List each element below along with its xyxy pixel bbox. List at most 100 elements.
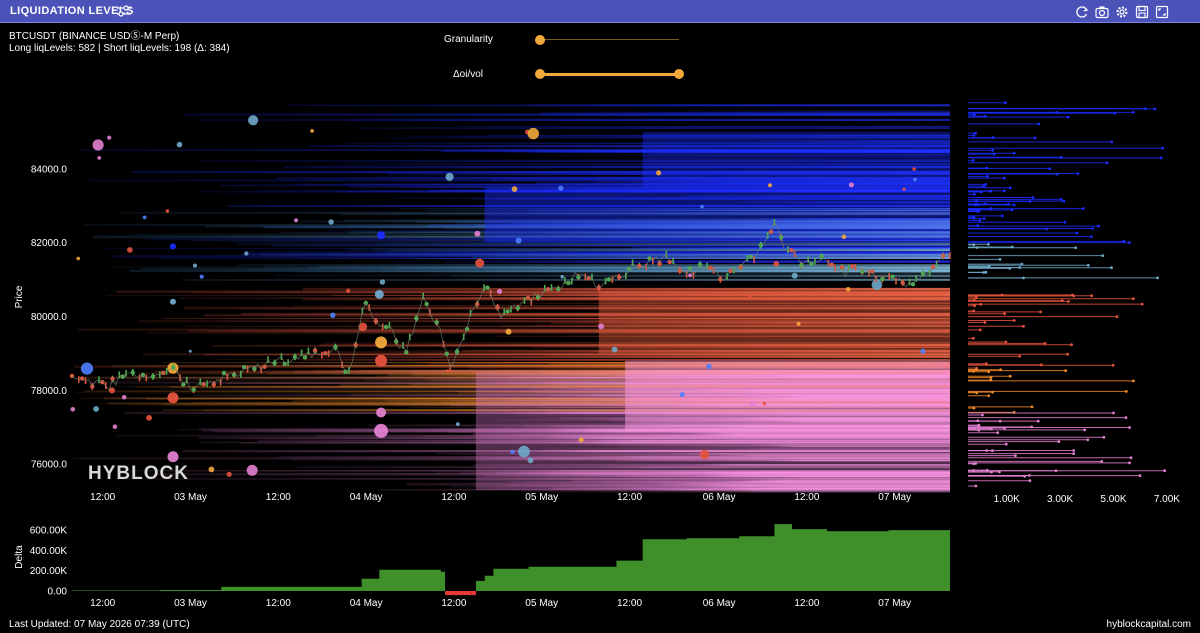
histogram-bar-tip <box>999 368 1002 372</box>
histogram-bar-tip <box>1156 276 1159 280</box>
liquidation-entry-dot <box>244 251 249 256</box>
histogram-bar-tip <box>1003 312 1006 316</box>
delta-negative-bar <box>471 591 476 596</box>
liquidation-entry-dot <box>246 464 258 476</box>
liquidation-entry-dot <box>598 323 605 330</box>
histogram-bar-tip <box>1074 246 1078 250</box>
large-liquidation-bubble <box>377 231 386 240</box>
price-tick-label: 78000.0 <box>31 386 68 397</box>
price-plot <box>69 104 951 493</box>
histogram-bar-tip <box>1110 140 1114 144</box>
liquidation-entry-dot <box>706 363 712 370</box>
watermark: HYBLOCK <box>88 463 189 484</box>
histogram-bar-tip <box>1018 266 1022 269</box>
histogram-bar-tip <box>1059 198 1063 201</box>
histogram-bar-tip <box>998 258 1002 261</box>
histogram-bar-tip <box>1083 428 1087 432</box>
price-tick-label: 82000.0 <box>31 238 68 249</box>
histogram-bar-tip <box>972 336 975 340</box>
histogram-bar-tip <box>1161 146 1164 150</box>
histogram-bar-tip <box>1002 189 1006 193</box>
histogram-bar-tip <box>1070 343 1073 347</box>
liquidation-level-line <box>687 110 950 112</box>
long-liquidation-cluster <box>625 360 950 431</box>
histogram-bar-tip <box>979 190 983 194</box>
liquidation-entry-dot <box>518 445 530 458</box>
liquidation-entry-dot <box>848 182 854 188</box>
histogram-bar-tip <box>984 202 987 206</box>
liquidation-entry-dot <box>92 139 104 151</box>
source-link[interactable]: hyblockcapital.com <box>1107 619 1191 630</box>
time-tick-label: 06 May <box>703 492 736 503</box>
delta-time-tick-label: 06 May <box>703 598 736 609</box>
liquidation-entry-dot <box>762 401 766 406</box>
price-tick-label: 76000.0 <box>31 460 68 471</box>
histogram-bar-tip <box>1132 379 1135 383</box>
liquidation-entry-dot <box>93 406 99 412</box>
time-tick-label: 03 May <box>174 492 207 503</box>
liquidation-entry-dot <box>527 127 539 140</box>
liquidation-level-line <box>412 258 950 259</box>
histogram-bar-tip <box>974 484 978 488</box>
liquidation-level-line <box>274 274 950 277</box>
time-tick-label: 12:00 <box>617 492 642 503</box>
delta-time-tick-label: 12:00 <box>266 598 291 609</box>
liquidation-entry-dot <box>70 407 76 412</box>
histogram-bar-tip <box>1138 474 1142 477</box>
liquidation-entry-dot <box>127 247 133 253</box>
liquidation-entry-dot <box>76 256 80 261</box>
histogram-bar-tip <box>1086 263 1090 267</box>
histogram-bar-tip <box>1144 107 1147 110</box>
liquidation-entry-dot <box>192 263 198 268</box>
histogram-bar-tip <box>1022 324 1025 328</box>
histogram-bar-tip <box>986 175 989 178</box>
delta-axis-label: Delta <box>14 545 25 569</box>
histogram-bar-tip <box>1012 151 1016 155</box>
liquidation-level-line <box>214 359 950 360</box>
liquidation-entry-dot <box>97 156 102 160</box>
liquidation-entry-dot <box>294 218 299 223</box>
delta-area <box>72 524 950 591</box>
delta-tick-label: 600.00K <box>30 526 68 537</box>
liquidation-entry-dot <box>226 471 232 477</box>
liquidation-entry-dot <box>505 328 512 335</box>
liquidation-entry-dot <box>699 449 710 460</box>
histogram-bar-tip <box>972 243 976 247</box>
histogram-bar-tip <box>1033 136 1037 140</box>
liquidation-entry-dot <box>578 437 584 443</box>
liquidation-chart[interactable]: 84000.0 82000.0 80000.0 78000.0 76000.0 Price… <box>0 0 1200 633</box>
histogram-bar-tip <box>981 413 984 417</box>
liquidation-entry-dot <box>700 204 704 209</box>
liquidation-level-line <box>301 356 950 359</box>
large-liquidation-bubble <box>169 243 176 250</box>
liquidation-level-line <box>302 287 950 291</box>
delta-time-tick-label: 12:00 <box>617 598 642 609</box>
large-liquidation-bubble <box>375 354 388 367</box>
histogram-bar-tip <box>1001 214 1004 218</box>
liquidation-entry-dot <box>208 466 215 473</box>
liquidation-entry-dot <box>747 293 752 298</box>
histogram-bar-tip <box>972 216 976 220</box>
liquidation-level-line <box>485 269 950 272</box>
histogram-bar-tip <box>1124 416 1128 419</box>
liquidation-entry-dot <box>146 414 153 421</box>
liquidation-entry-dot <box>679 392 685 398</box>
histogram-bar-tip <box>974 131 977 135</box>
histogram-bar-tip <box>1132 297 1135 301</box>
liquidation-entry-dot <box>176 141 183 148</box>
price-tick-label: 84000.0 <box>31 164 68 175</box>
liquidation-entry-dot <box>346 288 351 293</box>
histogram-bar-tip <box>1090 235 1093 239</box>
histogram-bar-tip <box>1102 435 1106 439</box>
histogram-bar-tip <box>1075 231 1079 235</box>
histogram-bar-tip <box>978 328 982 332</box>
time-tick-label: 12:00 <box>266 492 291 503</box>
large-liquidation-bubble <box>374 423 389 438</box>
histogram-bar-tip <box>1039 310 1042 314</box>
large-liquidation-bubble <box>169 298 176 305</box>
histogram-bar-tip <box>1037 122 1041 126</box>
large-liquidation-bubble <box>376 407 387 418</box>
histogram-tick-label: 7.00K <box>1154 494 1180 505</box>
liquidation-entry-dot <box>107 135 112 140</box>
delta-tick-label: 200.00K <box>30 566 68 577</box>
